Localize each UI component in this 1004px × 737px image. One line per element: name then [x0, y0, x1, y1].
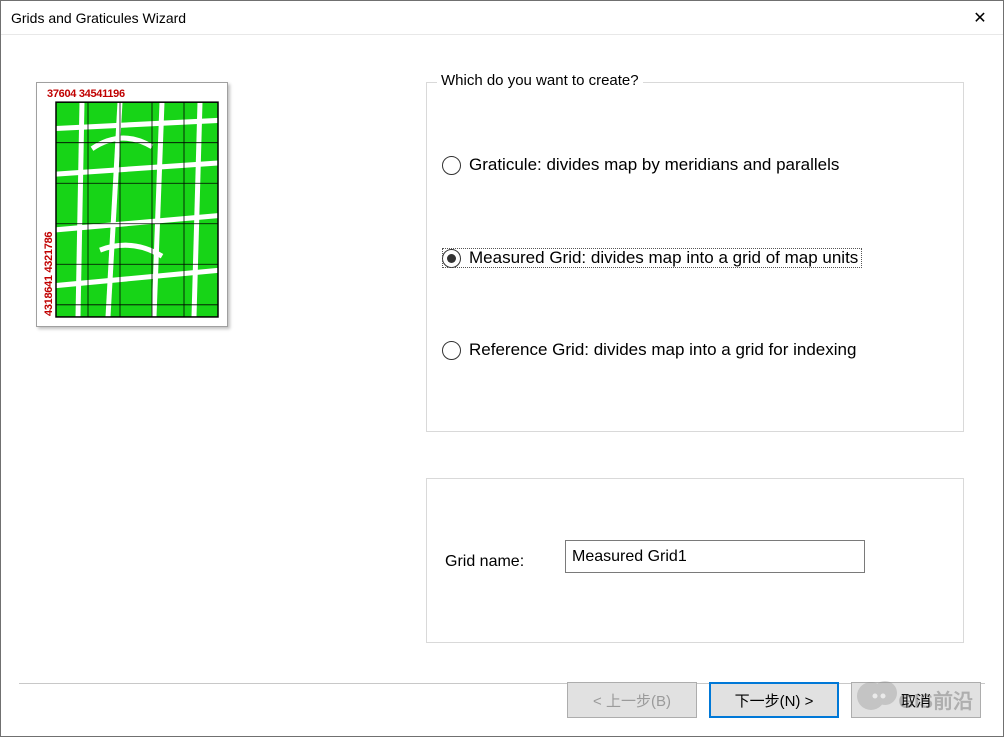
preview-map-image [42, 88, 222, 321]
wizard-buttons: < 上一步(B) 下一步(N) > 取消 [567, 682, 981, 718]
radio-measured-grid[interactable]: Measured Grid: divides map into a grid o… [442, 248, 862, 268]
grid-name-group: Grid name: [426, 478, 964, 643]
close-icon: ✕ [973, 8, 986, 28]
grid-name-input[interactable] [565, 540, 865, 573]
titlebar: Grids and Graticules Wizard ✕ [1, 1, 1003, 35]
radio-graticule-label: Graticule: divides map by meridians and … [469, 155, 839, 175]
content-area: 37604 34541196 4318641 4321786 [1, 35, 1003, 736]
grid-name-label: Grid name: [445, 553, 524, 571]
window-title: Grids and Graticules Wizard [11, 10, 957, 26]
radio-icon [442, 156, 461, 175]
close-button[interactable]: ✕ [957, 1, 1003, 34]
cancel-button[interactable]: 取消 [851, 682, 981, 718]
create-options-group: Which do you want to create? Graticule: … [426, 82, 964, 432]
radio-measured-grid-label: Measured Grid: divides map into a grid o… [469, 248, 858, 268]
radio-reference-grid-label: Reference Grid: divides map into a grid … [469, 340, 856, 360]
radio-selected-dot-icon [447, 254, 456, 263]
radio-icon [442, 341, 461, 360]
radio-reference-grid[interactable]: Reference Grid: divides map into a grid … [442, 340, 856, 360]
next-button[interactable]: 下一步(N) > [709, 682, 839, 718]
wizard-window: Grids and Graticules Wizard ✕ 37604 3454… [0, 0, 1004, 737]
options-group-legend: Which do you want to create? [437, 72, 643, 89]
map-preview: 37604 34541196 4318641 4321786 [36, 82, 228, 327]
back-button[interactable]: < 上一步(B) [567, 682, 697, 718]
radio-icon [442, 249, 461, 268]
radio-graticule[interactable]: Graticule: divides map by meridians and … [442, 155, 839, 175]
